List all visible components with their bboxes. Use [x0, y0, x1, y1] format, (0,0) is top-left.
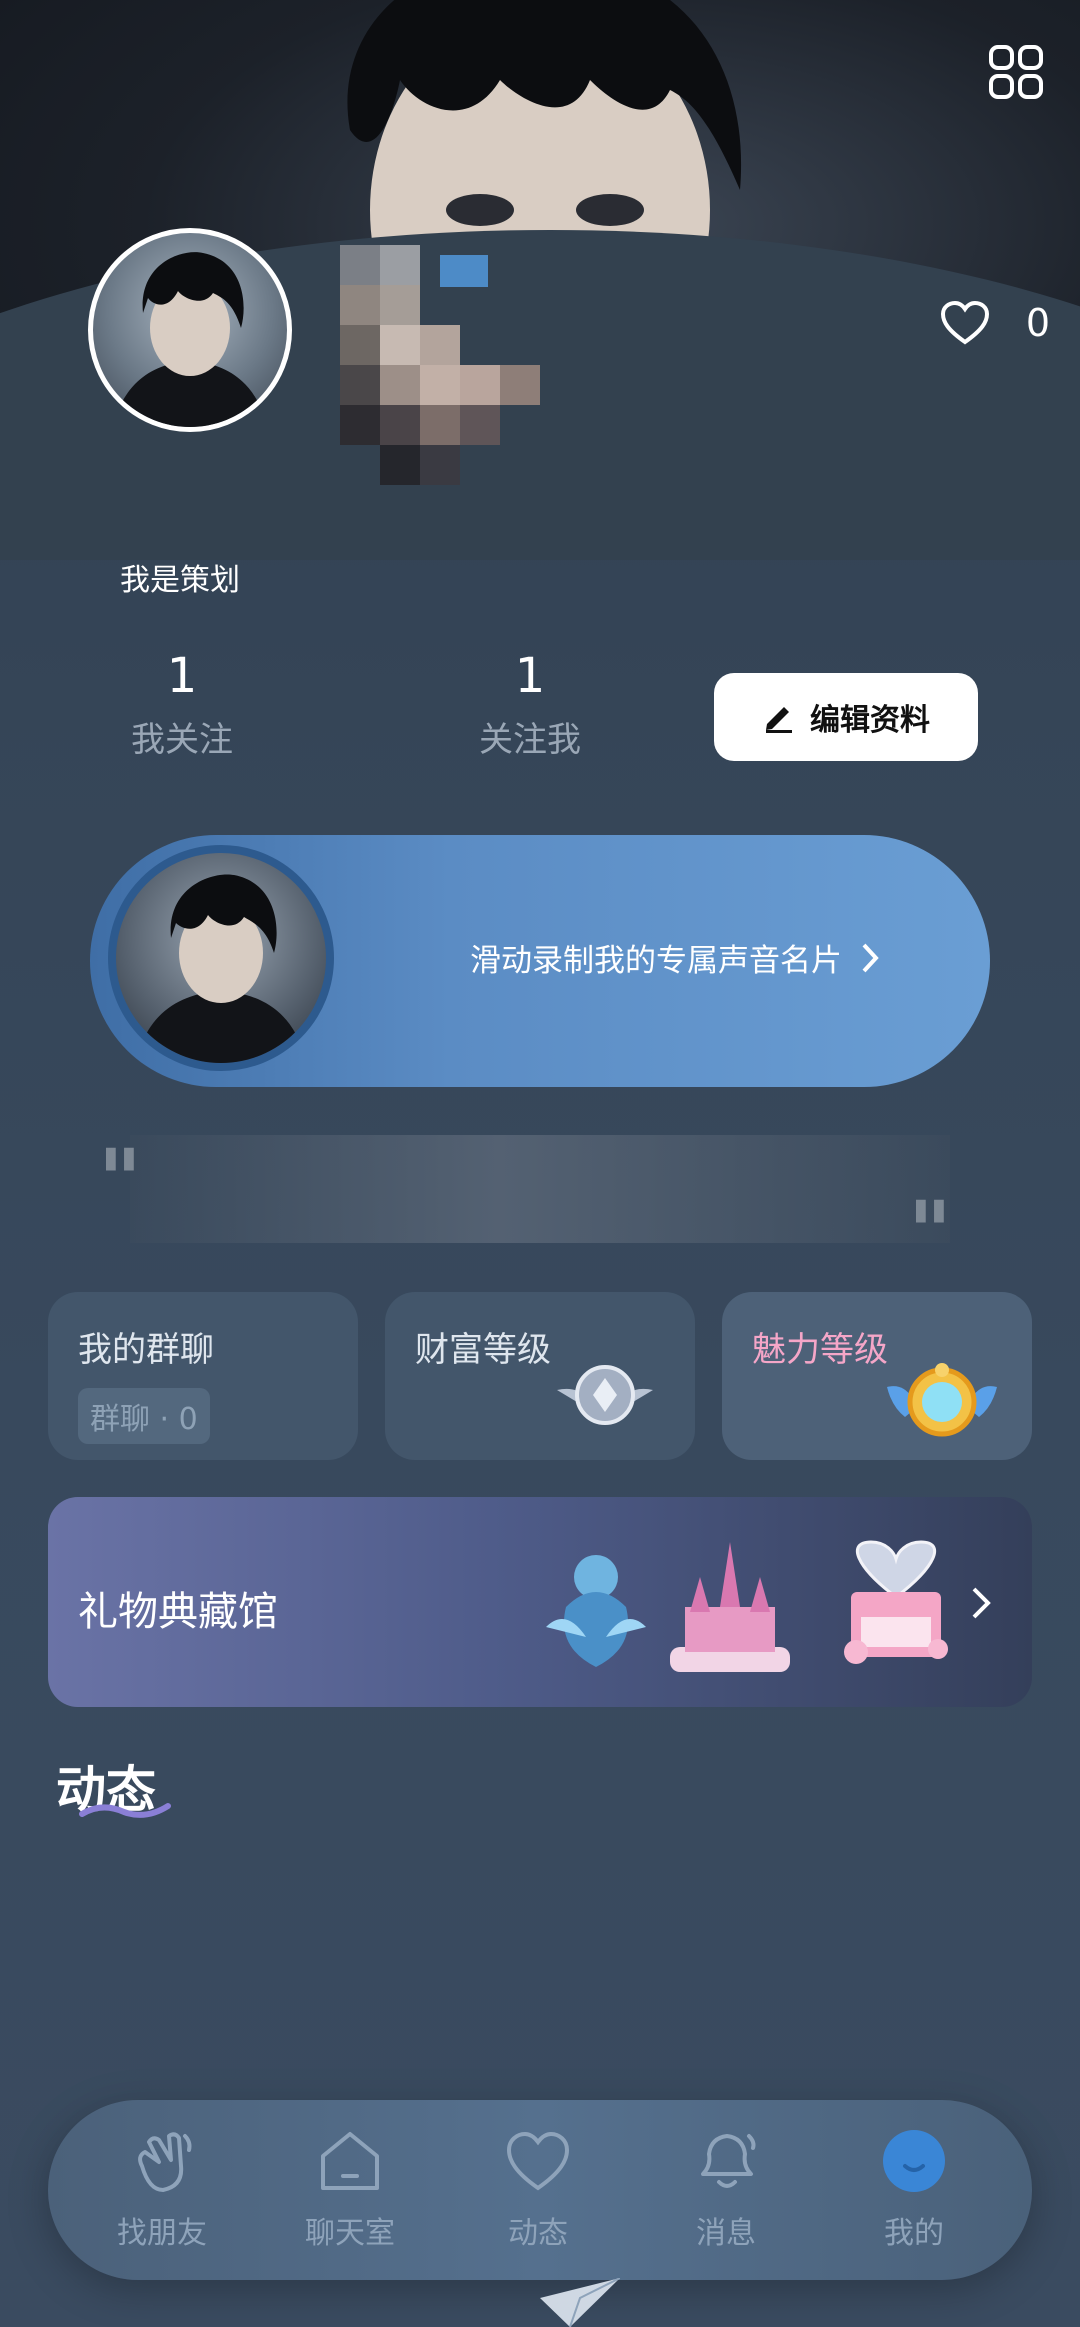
edit-profile-button[interactable]: 编辑资料	[714, 673, 978, 761]
charm-level-card[interactable]: 魅力等级	[722, 1292, 1032, 1460]
voice-card-label: 滑动录制我的专属声音名片	[470, 943, 842, 979]
followers-count: 1	[514, 648, 546, 704]
voice-card-avatar	[108, 845, 334, 1071]
close-quote-icon: "	[908, 1183, 952, 1281]
followers-stat[interactable]: 1 关注我	[430, 648, 630, 761]
edit-profile-label: 编辑资料	[810, 703, 930, 738]
nav-find-friends[interactable]: 找朋友	[82, 2126, 242, 2252]
following-stat[interactable]: 1 我关注	[82, 648, 282, 761]
blue-fairy-gift-icon	[546, 1555, 646, 1667]
nav-me-label: 我的	[884, 2216, 944, 2251]
gift-collection-title: 礼物典藏馆	[78, 1589, 278, 1635]
group-chat-count-badge: 群聊 · 0	[78, 1388, 210, 1444]
voice-card-banner[interactable]: 滑动录制我的专属声音名片	[90, 835, 990, 1087]
bottom-navigation: 找朋友 聊天室 动态 消息 我的	[48, 2100, 1032, 2280]
nav-messages[interactable]: 消息	[646, 2126, 806, 2252]
me-icon	[883, 2130, 945, 2192]
wave-hand-icon	[138, 2132, 192, 2192]
nav-messages-label: 消息	[696, 2216, 756, 2251]
nav-chat-room-label: 聊天室	[305, 2216, 395, 2251]
group-chat-title: 我的群聊	[78, 1330, 214, 1370]
grid-menu-icon[interactable]	[988, 44, 1044, 100]
bell-icon	[701, 2134, 756, 2188]
blurred-user-id	[340, 245, 560, 485]
open-quote-icon: "	[98, 1131, 142, 1229]
wealth-level-card[interactable]: 财富等级	[385, 1292, 695, 1460]
following-count: 1	[166, 648, 198, 704]
profile-nickname: 我是策划	[120, 563, 240, 598]
pink-castle-gift-icon	[670, 1542, 790, 1672]
gift-collection-banner[interactable]: 礼物典藏馆	[48, 1497, 1032, 1707]
nav-me[interactable]: 我的	[834, 2126, 994, 2252]
nav-chat-room[interactable]: 聊天室	[270, 2126, 430, 2252]
nav-moments[interactable]: 动态	[458, 2126, 618, 2252]
paper-plane-icon[interactable]	[540, 2278, 620, 2327]
gold-winged-badge-icon	[887, 1363, 997, 1437]
likes-counter[interactable]: 0	[940, 300, 1050, 346]
charm-level-title: 魅力等级	[752, 1330, 888, 1370]
home-icon	[321, 2132, 379, 2190]
title-underline-decoration	[79, 1803, 171, 1818]
likes-count: 0	[1025, 301, 1050, 345]
profile-avatar[interactable]	[88, 228, 292, 432]
wealth-level-title: 财富等级	[415, 1330, 551, 1370]
signature-bar[interactable]	[130, 1135, 950, 1243]
heart-outline-icon	[940, 300, 989, 345]
following-label: 我关注	[131, 720, 233, 760]
gift-chevron-right-icon	[972, 1587, 991, 1619]
nav-find-friends-label: 找朋友	[117, 2216, 207, 2251]
nav-moments-label: 动态	[508, 2216, 568, 2251]
chevron-right-icon	[862, 943, 879, 972]
group-chat-card[interactable]: 我的群聊 群聊 · 0	[48, 1292, 358, 1460]
followers-label: 关注我	[479, 720, 581, 760]
heart-icon	[506, 2131, 570, 2191]
pencil-icon	[766, 707, 792, 733]
silver-badge-icon	[557, 1365, 653, 1425]
heart-shop-gift-icon	[844, 1540, 948, 1664]
